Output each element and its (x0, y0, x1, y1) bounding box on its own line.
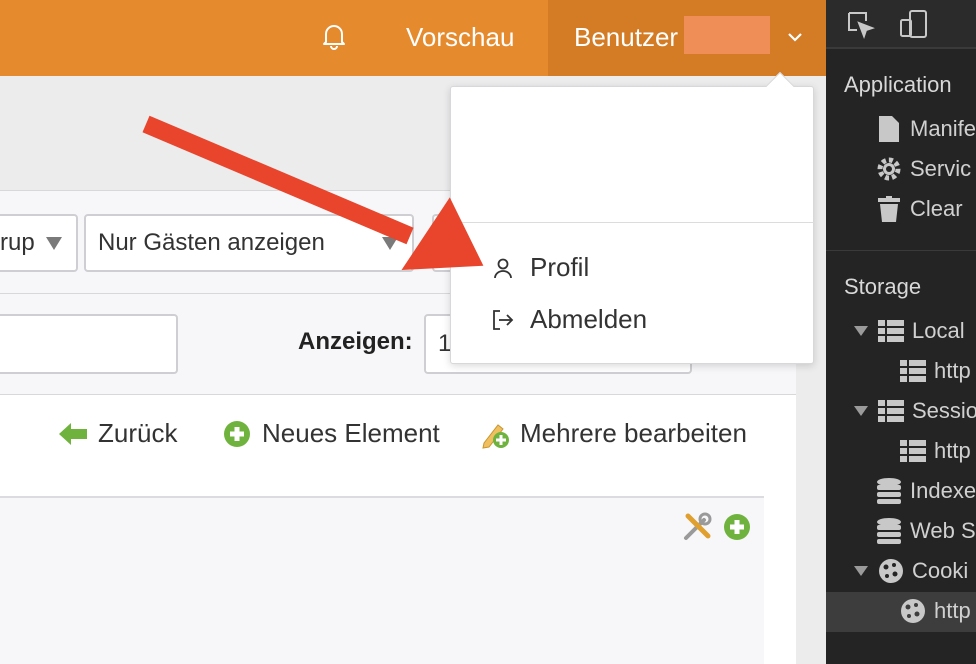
arrow-left-icon (58, 419, 88, 449)
database-icon (876, 478, 902, 504)
bell-icon[interactable] (318, 20, 350, 52)
preview-link[interactable]: Vorschau (406, 20, 514, 54)
tree-item-label: http (934, 358, 971, 383)
new-element-button[interactable]: Neues Element (222, 418, 440, 449)
add-icon[interactable] (724, 514, 750, 540)
tree-item-label: Cooki (912, 558, 969, 583)
tree-item-label: Indexe (910, 478, 976, 503)
grid-icon (878, 398, 904, 424)
tree-item-local-origin[interactable]: http (900, 358, 971, 384)
tree-item-service-workers[interactable]: Servic (876, 156, 971, 182)
guest-filter-select[interactable]: Nur Gästen anzeigen (84, 214, 414, 272)
expand-triangle-icon[interactable] (854, 566, 868, 576)
tree-item-label: Local (912, 318, 965, 343)
tree-item-cookies-origin[interactable]: http (900, 598, 971, 624)
user-icon (490, 255, 516, 281)
tree-item-label: Clear (910, 196, 963, 221)
pencil-plus-icon (480, 419, 510, 449)
tree-item-label: Sessio (912, 398, 976, 423)
menu-item-logout-label: Abmelden (530, 304, 648, 334)
inspect-icon[interactable] (846, 10, 876, 45)
user-menu-toggle[interactable]: Benutzer (548, 0, 826, 76)
expand-triangle-icon[interactable] (854, 406, 868, 416)
tree-item-label: http (934, 438, 971, 463)
tree-item-clear-storage[interactable]: Clear (876, 196, 963, 222)
devtools-divider (826, 48, 976, 49)
caret-down-icon (382, 237, 398, 250)
grid-icon (900, 438, 926, 464)
new-element-label: Neues Element (262, 418, 440, 448)
devtools-divider (826, 250, 976, 251)
tools-icon[interactable] (682, 512, 712, 542)
expand-triangle-icon[interactable] (854, 326, 868, 336)
back-button[interactable]: Zurück (58, 418, 177, 449)
cookie-icon (878, 558, 904, 584)
logout-icon (490, 307, 516, 333)
redacted-username (684, 16, 770, 54)
guest-filter-value: Nur Gästen anzeigen (98, 229, 325, 256)
file-icon (876, 116, 902, 142)
tree-item-manifest[interactable]: Manife (876, 116, 976, 142)
grid-icon (900, 358, 926, 384)
tree-item-session-storage[interactable]: Sessio (854, 398, 976, 424)
chevron-down-icon (784, 26, 806, 48)
tree-item-web-sql[interactable]: Web S (876, 518, 976, 544)
application-heading: Application (844, 72, 952, 97)
tree-item-label: Manife (910, 116, 976, 141)
back-label: Zurück (98, 418, 178, 448)
plus-circle-icon (222, 419, 252, 449)
caret-down-icon (46, 237, 62, 250)
tree-item-session-origin[interactable]: http (900, 438, 971, 464)
trash-icon (876, 196, 902, 222)
gear-icon (876, 156, 902, 182)
menu-item-profile[interactable]: Profil (490, 252, 589, 283)
storage-heading: Storage (844, 274, 922, 299)
dropdown-divider (450, 222, 814, 223)
multi-edit-label: Mehrere bearbeiten (520, 418, 747, 448)
user-label: Benutzer (574, 22, 679, 52)
tree-item-label: http (934, 598, 971, 623)
database-icon (876, 518, 902, 544)
element-box (0, 496, 764, 664)
tree-item-local-storage[interactable]: Local (854, 318, 965, 344)
group-select[interactable]: rup (0, 214, 78, 272)
grid-icon (878, 318, 904, 344)
cookie-icon (900, 598, 926, 624)
search-input[interactable] (0, 314, 178, 374)
group-select-value: rup (0, 229, 35, 256)
tree-item-indexeddb[interactable]: Indexe (876, 478, 976, 504)
tree-item-label: Servic (910, 156, 972, 181)
show-label: Anzeigen: (298, 328, 413, 355)
device-toggle-icon[interactable] (898, 8, 930, 45)
menu-item-logout[interactable]: Abmelden (490, 304, 647, 335)
tree-item-label: Web S (910, 518, 976, 543)
menu-item-profile-label: Profil (530, 252, 590, 282)
multi-edit-button[interactable]: Mehrere bearbeiten (480, 418, 747, 449)
tree-item-cookies[interactable]: Cooki (854, 558, 968, 584)
